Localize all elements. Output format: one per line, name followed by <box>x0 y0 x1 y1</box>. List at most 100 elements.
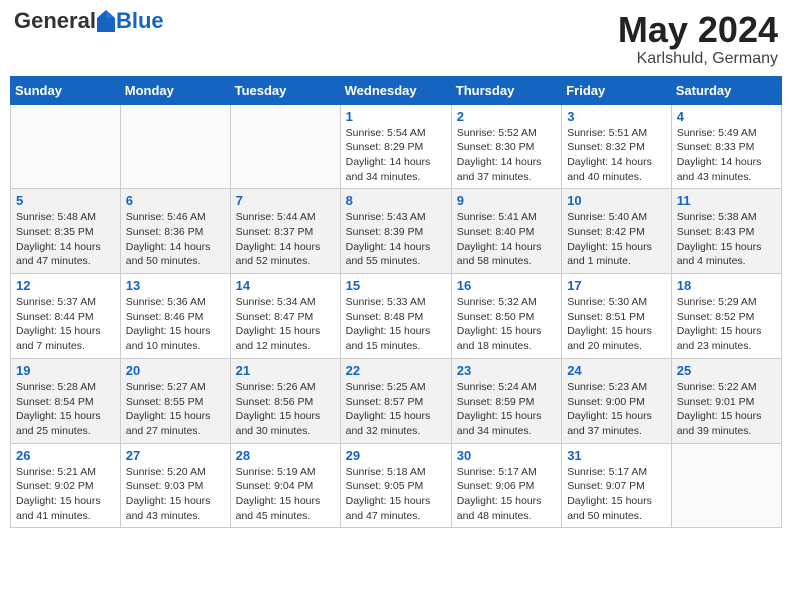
calendar-cell: 17Sunrise: 5:30 AM Sunset: 8:51 PM Dayli… <box>562 274 672 359</box>
day-number: 18 <box>677 278 776 293</box>
day-number: 22 <box>346 363 446 378</box>
day-info: Sunrise: 5:17 AM Sunset: 9:07 PM Dayligh… <box>567 465 666 524</box>
day-number: 7 <box>236 193 335 208</box>
day-number: 31 <box>567 448 666 463</box>
calendar-cell: 3 Sunrise: 5:51 AM Sunset: 8:32 PM Daylig… <box>562 104 672 189</box>
day-number: 8 <box>346 193 446 208</box>
calendar-week-row: 19 Sunrise: 5:28 AM Sunset: 8:54 PM Dayli… <box>11 358 782 443</box>
calendar-cell: 28Sunrise: 5:19 AM Sunset: 9:04 PM Dayli… <box>230 443 340 528</box>
logo: General Blue <box>14 10 164 32</box>
calendar-cell: 18 Sunrise: 5:29 AM Sunset: 8:52 PM Dayli… <box>671 274 781 359</box>
day-number: 14 <box>236 278 335 293</box>
calendar-week-row: 12Sunrise: 5:37 AM Sunset: 8:44 PM Dayli… <box>11 274 782 359</box>
weekday-header-thursday: Thursday <box>451 76 561 104</box>
day-number: 26 <box>16 448 115 463</box>
calendar-cell: 21Sunrise: 5:26 AM Sunset: 8:56 PM Dayli… <box>230 358 340 443</box>
calendar-cell <box>120 104 230 189</box>
day-info: Sunrise: 5:38 AM Sunset: 8:43 PM Dayligh… <box>677 210 776 269</box>
calendar-cell: 19 Sunrise: 5:28 AM Sunset: 8:54 PM Dayli… <box>11 358 121 443</box>
day-info: Sunrise: 5:28 AM Sunset: 8:54 PM Dayligh… <box>16 380 115 439</box>
day-number: 24 <box>567 363 666 378</box>
day-info: Sunrise: 5:52 AM Sunset: 8:30 PM Dayligh… <box>457 126 556 185</box>
day-info: Sunrise: 5:54 AM Sunset: 8:29 PM Dayligh… <box>346 126 446 185</box>
day-info: Sunrise: 5:29 AM Sunset: 8:52 PM Dayligh… <box>677 295 776 354</box>
day-number: 28 <box>236 448 335 463</box>
day-number: 10 <box>567 193 666 208</box>
calendar-cell: 26Sunrise: 5:21 AM Sunset: 9:02 PM Dayli… <box>11 443 121 528</box>
calendar-cell: 1 Sunrise: 5:54 AM Sunset: 8:29 PM Daylig… <box>340 104 451 189</box>
calendar-cell: 16Sunrise: 5:32 AM Sunset: 8:50 PM Dayli… <box>451 274 561 359</box>
day-info: Sunrise: 5:33 AM Sunset: 8:48 PM Dayligh… <box>346 295 446 354</box>
calendar-cell: 30Sunrise: 5:17 AM Sunset: 9:06 PM Dayli… <box>451 443 561 528</box>
day-number: 1 <box>346 109 446 124</box>
weekday-header-tuesday: Tuesday <box>230 76 340 104</box>
day-info: Sunrise: 5:41 AM Sunset: 8:40 PM Dayligh… <box>457 210 556 269</box>
weekday-header-monday: Monday <box>120 76 230 104</box>
day-info: Sunrise: 5:34 AM Sunset: 8:47 PM Dayligh… <box>236 295 335 354</box>
logo-icon <box>97 10 115 32</box>
calendar-cell: 4Sunrise: 5:49 AM Sunset: 8:33 PM Daylig… <box>671 104 781 189</box>
calendar-cell: 8Sunrise: 5:43 AM Sunset: 8:39 PM Daylig… <box>340 189 451 274</box>
logo-general-text: General <box>14 10 96 32</box>
day-number: 11 <box>677 193 776 208</box>
calendar-cell: 22 Sunrise: 5:25 AM Sunset: 8:57 PM Dayli… <box>340 358 451 443</box>
day-info: Sunrise: 5:26 AM Sunset: 8:56 PM Dayligh… <box>236 380 335 439</box>
day-info: Sunrise: 5:25 AM Sunset: 8:57 PM Dayligh… <box>346 380 446 439</box>
weekday-header-row: SundayMondayTuesdayWednesdayThursdayFrid… <box>11 76 782 104</box>
calendar-cell: 25 Sunrise: 5:22 AM Sunset: 9:01 PM Dayli… <box>671 358 781 443</box>
day-number: 25 <box>677 363 776 378</box>
calendar-table: SundayMondayTuesdayWednesdayThursdayFrid… <box>10 76 782 529</box>
day-number: 30 <box>457 448 556 463</box>
calendar-cell: 10 Sunrise: 5:40 AM Sunset: 8:42 PM Dayli… <box>562 189 672 274</box>
calendar-cell: 14 Sunrise: 5:34 AM Sunset: 8:47 PM Dayli… <box>230 274 340 359</box>
weekday-header-sunday: Sunday <box>11 76 121 104</box>
day-info: Sunrise: 5:37 AM Sunset: 8:44 PM Dayligh… <box>16 295 115 354</box>
day-number: 19 <box>16 363 115 378</box>
day-info: Sunrise: 5:22 AM Sunset: 9:01 PM Dayligh… <box>677 380 776 439</box>
day-info: Sunrise: 5:48 AM Sunset: 8:35 PM Dayligh… <box>16 210 115 269</box>
calendar-cell: 11 Sunrise: 5:38 AM Sunset: 8:43 PM Dayli… <box>671 189 781 274</box>
calendar-cell: 27Sunrise: 5:20 AM Sunset: 9:03 PM Dayli… <box>120 443 230 528</box>
weekday-header-saturday: Saturday <box>671 76 781 104</box>
day-number: 29 <box>346 448 446 463</box>
day-number: 5 <box>16 193 115 208</box>
day-info: Sunrise: 5:30 AM Sunset: 8:51 PM Dayligh… <box>567 295 666 354</box>
calendar-cell: 24 Sunrise: 5:23 AM Sunset: 9:00 PM Dayli… <box>562 358 672 443</box>
day-info: Sunrise: 5:40 AM Sunset: 8:42 PM Dayligh… <box>567 210 666 269</box>
day-info: Sunrise: 5:36 AM Sunset: 8:46 PM Dayligh… <box>126 295 225 354</box>
day-info: Sunrise: 5:23 AM Sunset: 9:00 PM Dayligh… <box>567 380 666 439</box>
calendar-cell: 5 Sunrise: 5:48 AM Sunset: 8:35 PM Daylig… <box>11 189 121 274</box>
calendar-cell: 23 Sunrise: 5:24 AM Sunset: 8:59 PM Dayli… <box>451 358 561 443</box>
day-info: Sunrise: 5:24 AM Sunset: 8:59 PM Dayligh… <box>457 380 556 439</box>
calendar-cell: 31 Sunrise: 5:17 AM Sunset: 9:07 PM Dayli… <box>562 443 672 528</box>
calendar-cell: 15Sunrise: 5:33 AM Sunset: 8:48 PM Dayli… <box>340 274 451 359</box>
weekday-header-friday: Friday <box>562 76 672 104</box>
day-info: Sunrise: 5:46 AM Sunset: 8:36 PM Dayligh… <box>126 210 225 269</box>
calendar-cell: 13Sunrise: 5:36 AM Sunset: 8:46 PM Dayli… <box>120 274 230 359</box>
month-title: May 2024 <box>618 10 778 50</box>
day-info: Sunrise: 5:51 AM Sunset: 8:32 PM Dayligh… <box>567 126 666 185</box>
calendar-cell <box>230 104 340 189</box>
calendar-week-row: 1 Sunrise: 5:54 AM Sunset: 8:29 PM Daylig… <box>11 104 782 189</box>
calendar-cell <box>11 104 121 189</box>
logo-blue-text: Blue <box>116 10 164 32</box>
day-number: 4 <box>677 109 776 124</box>
day-info: Sunrise: 5:32 AM Sunset: 8:50 PM Dayligh… <box>457 295 556 354</box>
calendar-cell: 29 Sunrise: 5:18 AM Sunset: 9:05 PM Dayli… <box>340 443 451 528</box>
calendar-cell: 12Sunrise: 5:37 AM Sunset: 8:44 PM Dayli… <box>11 274 121 359</box>
calendar-cell: 20 Sunrise: 5:27 AM Sunset: 8:55 PM Dayli… <box>120 358 230 443</box>
day-info: Sunrise: 5:18 AM Sunset: 9:05 PM Dayligh… <box>346 465 446 524</box>
day-number: 20 <box>126 363 225 378</box>
calendar-week-row: 26Sunrise: 5:21 AM Sunset: 9:02 PM Dayli… <box>11 443 782 528</box>
calendar-cell <box>671 443 781 528</box>
day-number: 3 <box>567 109 666 124</box>
weekday-header-wednesday: Wednesday <box>340 76 451 104</box>
day-number: 23 <box>457 363 556 378</box>
day-info: Sunrise: 5:27 AM Sunset: 8:55 PM Dayligh… <box>126 380 225 439</box>
calendar-cell: 2Sunrise: 5:52 AM Sunset: 8:30 PM Daylig… <box>451 104 561 189</box>
day-info: Sunrise: 5:44 AM Sunset: 8:37 PM Dayligh… <box>236 210 335 269</box>
title-block: May 2024 Karlshuld, Germany <box>618 10 778 68</box>
calendar-cell: 7 Sunrise: 5:44 AM Sunset: 8:37 PM Daylig… <box>230 189 340 274</box>
day-number: 6 <box>126 193 225 208</box>
day-number: 9 <box>457 193 556 208</box>
